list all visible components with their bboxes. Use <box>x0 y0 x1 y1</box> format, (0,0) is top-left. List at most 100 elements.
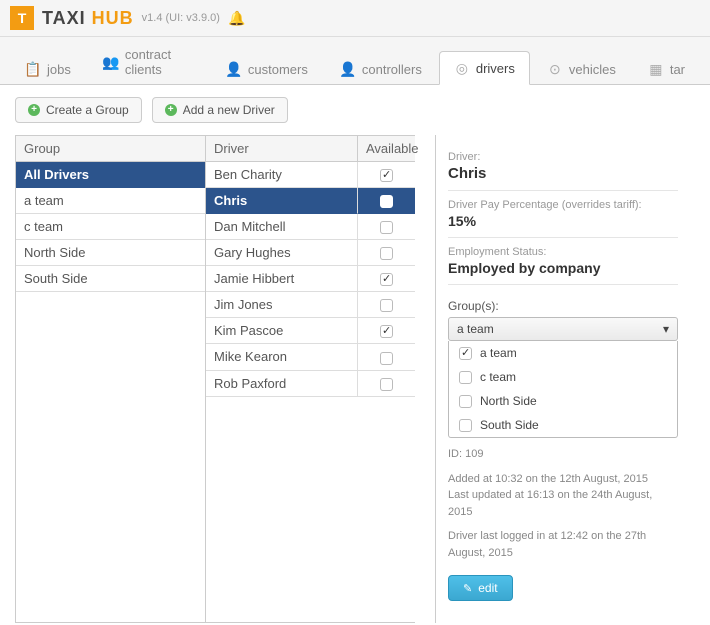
tab-customers[interactable]: 👤customers <box>211 52 323 85</box>
car-icon: ⊙ <box>547 61 563 77</box>
tab-controllers[interactable]: 👤controllers <box>325 52 437 85</box>
details-panel: Driver: Chris Driver Pay Percentage (ove… <box>435 135 690 623</box>
driver-row[interactable]: Dan Mitchell <box>206 214 415 240</box>
tab-jobs[interactable]: 📋jobs <box>10 52 86 85</box>
groups-label: Group(s): <box>448 299 678 313</box>
group-name: c team <box>16 214 205 240</box>
driver-row[interactable]: Chris <box>206 188 415 214</box>
group-option-checkbox[interactable] <box>459 347 472 360</box>
groups-dropdown[interactable]: a team ▾ <box>448 317 678 341</box>
grid-icon: ▦ <box>648 61 664 77</box>
controller-icon: 👤 <box>340 61 356 77</box>
available-cell <box>357 292 415 318</box>
driver-name: Chris <box>448 165 678 182</box>
group-option[interactable]: c team <box>449 365 677 389</box>
group-name: North Side <box>16 240 205 266</box>
driver-name-cell: Kim Pascoe <box>206 318 357 344</box>
available-checkbox[interactable] <box>380 325 393 338</box>
driver-row[interactable]: Mike Kearon <box>206 344 415 370</box>
person-icon: 👤 <box>226 61 242 77</box>
nav-tabs: 📋jobs 👥contract clients 👤customers 👤cont… <box>0 37 710 85</box>
available-checkbox[interactable] <box>380 169 393 182</box>
app-header: T TAXI HUB v1.4 (UI: v3.9.0) 🔔 <box>0 0 710 37</box>
group-option-label: c team <box>480 370 516 384</box>
available-checkbox[interactable] <box>380 273 393 286</box>
driver-row[interactable]: Jim Jones <box>206 292 415 318</box>
driver-header: Driver <box>206 136 357 162</box>
group-header: Group <box>16 136 205 162</box>
group-option-label: North Side <box>480 394 537 408</box>
driver-name-cell: Gary Hughes <box>206 240 357 266</box>
group-column: Group All Driversa teamc teamNorth SideS… <box>15 135 205 623</box>
available-cell <box>357 240 415 266</box>
group-option[interactable]: North Side <box>449 389 677 413</box>
group-option-checkbox[interactable] <box>459 395 472 408</box>
driver-label: Driver: <box>448 151 678 163</box>
version-text: v1.4 (UI: v3.9.0) <box>142 12 220 24</box>
toolbar: + Create a Group + Add a new Driver <box>0 85 710 135</box>
driver-name-cell: Chris <box>206 188 357 214</box>
brand: TAXI HUB <box>42 8 134 29</box>
available-cell <box>357 344 415 370</box>
group-option-label: South Side <box>480 418 539 432</box>
edit-button[interactable]: ✎ edit <box>448 575 513 601</box>
driver-name-cell: Jamie Hibbert <box>206 266 357 292</box>
tab-tariffs[interactable]: ▦tar <box>633 52 700 85</box>
group-row[interactable]: c team <box>16 214 205 240</box>
available-cell <box>357 162 415 188</box>
available-header: Available <box>357 136 415 162</box>
driver-row[interactable]: Kim Pascoe <box>206 318 415 344</box>
group-name: South Side <box>16 266 205 292</box>
calendar-icon: 📋 <box>25 61 41 77</box>
group-row[interactable]: North Side <box>16 240 205 266</box>
driver-name-cell: Jim Jones <box>206 292 357 318</box>
driver-row[interactable]: Ben Charity <box>206 162 415 188</box>
chevron-down-icon: ▾ <box>663 322 669 336</box>
plus-icon: + <box>28 104 40 116</box>
driver-name-cell: Rob Paxford <box>206 371 357 397</box>
available-checkbox[interactable] <box>380 221 393 234</box>
group-option-label: a team <box>480 346 517 360</box>
group-row[interactable]: All Drivers <box>16 162 205 188</box>
available-checkbox[interactable] <box>380 352 393 365</box>
employment-label: Employment Status: <box>448 246 678 258</box>
available-checkbox[interactable] <box>380 195 393 208</box>
tab-contract-clients[interactable]: 👥contract clients <box>88 38 209 85</box>
bell-icon[interactable]: 🔔 <box>228 10 245 27</box>
available-cell <box>357 371 415 397</box>
driver-row[interactable]: Jamie Hibbert <box>206 266 415 292</box>
driver-name-cell: Mike Kearon <box>206 344 357 370</box>
meta-added-updated: Added at 10:32 on the 12th August, 2015 … <box>448 471 678 521</box>
group-option-checkbox[interactable] <box>459 419 472 432</box>
meta-login: Driver last logged in at 12:42 on the 27… <box>448 528 678 561</box>
driver-row[interactable]: Rob Paxford <box>206 371 415 397</box>
groups-selected-value: a team <box>457 322 494 336</box>
logo-icon: T <box>10 6 34 30</box>
create-group-button[interactable]: + Create a Group <box>15 97 142 123</box>
available-cell <box>357 318 415 344</box>
group-row[interactable]: a team <box>16 188 205 214</box>
group-option[interactable]: a team <box>449 341 677 365</box>
available-checkbox[interactable] <box>380 247 393 260</box>
id-line: ID: 109 <box>448 446 678 463</box>
edit-icon: ✎ <box>463 582 472 595</box>
tab-drivers[interactable]: ◎drivers <box>439 51 530 85</box>
available-checkbox[interactable] <box>380 378 393 391</box>
driver-column: Driver Available Ben CharityChrisDan Mit… <box>205 135 415 623</box>
add-driver-button[interactable]: + Add a new Driver <box>152 97 288 123</box>
available-cell <box>357 214 415 240</box>
group-row[interactable]: South Side <box>16 266 205 292</box>
employment-value: Employed by company <box>448 260 678 276</box>
group-option-checkbox[interactable] <box>459 371 472 384</box>
steering-icon: ◎ <box>454 60 470 76</box>
driver-name-cell: Dan Mitchell <box>206 214 357 240</box>
pay-value: 15% <box>448 213 678 229</box>
driver-row[interactable]: Gary Hughes <box>206 240 415 266</box>
people-icon: 👥 <box>103 54 119 70</box>
group-option[interactable]: South Side <box>449 413 677 437</box>
tab-vehicles[interactable]: ⊙vehicles <box>532 52 631 85</box>
group-name: a team <box>16 188 205 214</box>
available-cell <box>357 188 415 214</box>
driver-name-cell: Ben Charity <box>206 162 357 188</box>
available-checkbox[interactable] <box>380 299 393 312</box>
